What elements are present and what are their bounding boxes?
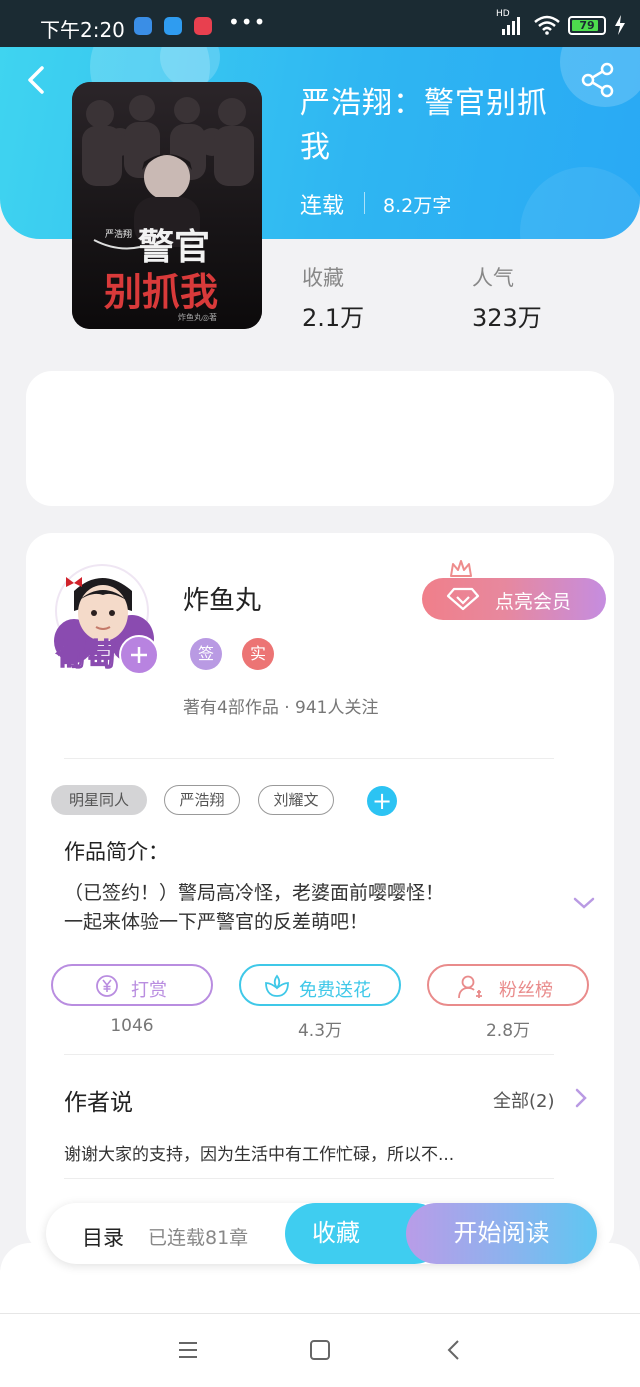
send-flower-label: 免费送花 [299,980,371,1001]
charging-icon [615,15,625,35]
signal-icon: HD [496,9,526,35]
status-divider [364,192,365,214]
popularity-value: 323万 [472,304,542,332]
diamond-icon [446,587,480,611]
author-says-title: 作者说 [64,1090,133,1116]
intro-title: 作品简介： [64,840,169,864]
cover-subtitle: 严浩翔 [105,228,132,240]
app-notification-icon-chat [164,17,182,35]
system-navigation-bar [0,1313,640,1387]
follow-author-button[interactable] [119,635,159,675]
reward-button[interactable]: 打赏 [51,964,213,1006]
flower-count: 4.3万 [297,1021,343,1041]
table-of-contents-button[interactable]: 目录 [82,1222,124,1252]
coin-icon [96,975,118,997]
tag-category[interactable]: 明星同人 [51,785,147,815]
intro-line-1: （已签约！）警局高冷怪，老婆面前嘤嘤怪！ [64,882,445,904]
fan-count: 2.8万 [485,1021,531,1041]
book-cover[interactable]: 严浩翔 警官 别抓我 炸鱼丸◎著 [72,82,262,329]
add-tag-button[interactable]: + [367,786,397,816]
fan-ranking-label: 粉丝榜 [499,980,553,1001]
author-says-all-link[interactable]: 全部(2) [493,1087,555,1113]
ad-placeholder-card [26,371,614,506]
expand-intro-chevron-down-icon[interactable] [572,895,596,911]
cover-title-bottom: 别抓我 [104,270,218,314]
tag-character-1[interactable]: 严浩翔 [164,785,240,815]
app-notification-icon-k [134,17,152,35]
more-notifications-icon: ••• [228,10,267,34]
vip-membership-button[interactable]: 点亮会员 [422,578,606,620]
divider [64,1178,554,1179]
book-title: 严浩翔：警官别抓 我 [300,82,620,170]
status-time: 下午2:20 [40,18,125,42]
status-bar: 下午2:20 ••• HD 79 [0,0,640,47]
home-icon[interactable] [309,1339,331,1361]
cover-author: 炸鱼丸◎著 [178,312,217,322]
chapter-count[interactable]: 已连载81章 [148,1223,248,1250]
intro-line-2: 一起来体验一下严警官的反差萌吧！ [64,911,369,933]
word-count: 8.2万字 [383,195,452,217]
user-ranking-icon [458,975,482,999]
battery-icon: 79 [568,15,606,35]
favorites-label: 收藏 [302,266,344,290]
app-notification-icon-heart [194,17,212,35]
crown-icon [450,560,472,577]
divider [64,1054,554,1055]
signed-badge: 签 [190,638,222,670]
send-flower-button[interactable]: 免费送花 [239,964,401,1006]
avatar-text: 葡萄 [56,638,116,671]
battery-level: 79 [579,18,595,32]
divider [64,758,554,759]
cover-title-top: 警官 [138,227,210,268]
verified-badge: 实 [242,638,274,670]
reward-count: 1046 [110,1016,154,1036]
menu-icon[interactable] [177,1340,199,1360]
book-cover-image: 严浩翔 警官 别抓我 炸鱼丸◎著 [72,82,262,329]
tag-character-2[interactable]: 刘耀文 [258,785,334,815]
author-meta: 著有4部作品 · 941人关注 [183,698,379,718]
favorites-value: 2.1万 [302,304,365,332]
wifi-icon [534,15,560,35]
author-says-preview[interactable]: 谢谢大家的支持，因为生活中有工作忙碌，所以不... [64,1140,454,1165]
start-reading-button[interactable]: 开始阅读 [406,1203,597,1264]
serial-status: 连载 [300,194,345,219]
book-title-line2: 我 [300,130,331,165]
author-name[interactable]: 炸鱼丸 [183,580,261,617]
reward-label: 打赏 [131,980,167,1001]
flower-icon [265,974,289,997]
chevron-right-icon[interactable] [573,1086,589,1110]
book-title-line1: 严浩翔：警官别抓 [300,86,548,121]
fan-ranking-button[interactable]: 粉丝榜 [427,964,589,1006]
plus-icon [131,647,147,663]
vip-button-label: 点亮会员 [495,591,572,613]
popularity-label: 人气 [472,266,514,290]
back-button[interactable] [18,58,54,102]
system-back-icon[interactable] [444,1338,464,1362]
